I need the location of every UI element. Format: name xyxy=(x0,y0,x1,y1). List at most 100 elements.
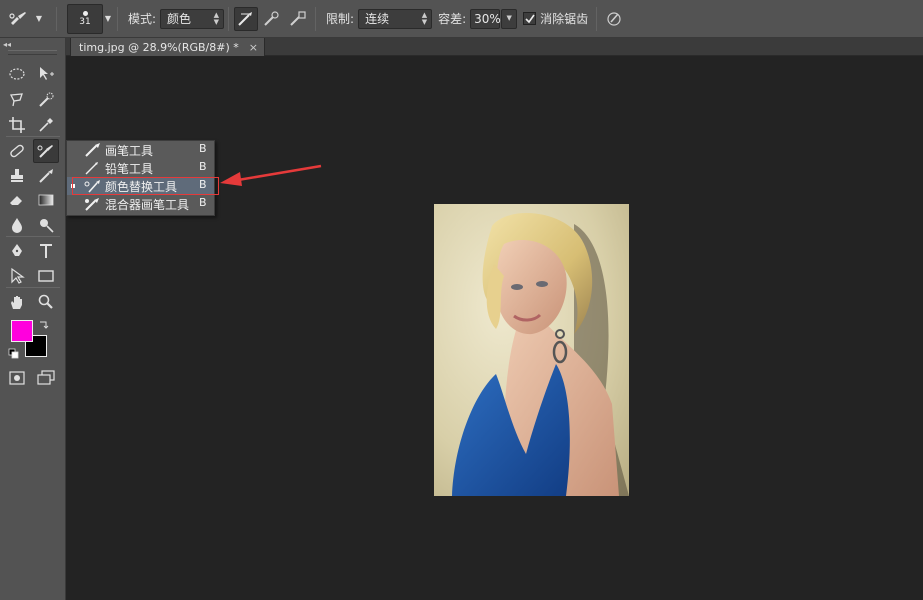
brush-preset-picker[interactable]: 31 xyxy=(67,3,103,34)
mixer-brush-icon xyxy=(83,196,103,212)
quick-selection-icon xyxy=(39,92,54,107)
sampling-once-icon xyxy=(264,10,279,26)
shortcut-key: B xyxy=(199,196,207,209)
quick-mask-button[interactable] xyxy=(4,366,30,390)
divider xyxy=(117,6,118,31)
tolerance-dropdown-button[interactable]: ▼ xyxy=(501,8,518,29)
divider xyxy=(56,6,57,31)
tool-row xyxy=(0,113,66,137)
updown-icon: ▲ ▼ xyxy=(421,10,428,26)
magnifier-icon xyxy=(38,294,53,309)
flyout-item-label: 铅笔工具 xyxy=(105,162,154,176)
limits-value: 连续 xyxy=(365,12,390,26)
updown-icon: ▲ ▼ xyxy=(213,10,220,26)
mode-value: 颜色 xyxy=(167,12,192,26)
lasso-tool[interactable] xyxy=(4,88,30,112)
history-brush-icon xyxy=(39,169,53,183)
color-replacement-icon xyxy=(37,145,53,158)
stamp-icon xyxy=(11,169,23,182)
flyout-item-mixer-brush[interactable]: 混合器画笔工具 B xyxy=(67,195,214,213)
chevron-down-icon[interactable]: ▼ xyxy=(103,10,113,28)
tool-preset-picker[interactable]: ▼ xyxy=(0,0,52,38)
document-image[interactable] xyxy=(434,204,629,496)
annotation-highlight-box xyxy=(72,177,219,195)
type-tool[interactable] xyxy=(33,239,59,263)
brush-icon xyxy=(83,142,103,158)
elliptical-marquee-icon xyxy=(9,68,25,80)
toolbox-collapse-button[interactable]: ◂◂ xyxy=(0,38,65,50)
tolerance-input[interactable]: 30% xyxy=(470,8,501,29)
tool-row xyxy=(0,366,66,390)
options-bar: ▼ 31 ▼ 模式: 颜色 ▲ ▼ 限制: 连续 ▲ ▼ 容差: 30% ▼ 消… xyxy=(0,0,923,38)
document-tab-title: timg.jpg @ 28.9%(RGB/8#) * xyxy=(79,40,239,54)
dodge-tool[interactable] xyxy=(33,213,59,237)
close-icon[interactable]: × xyxy=(249,41,258,54)
sampling-background-button[interactable] xyxy=(286,7,310,31)
history-brush-tool[interactable] xyxy=(33,164,59,188)
eyedropper-tool[interactable] xyxy=(33,113,59,137)
eraser-icon xyxy=(10,196,22,205)
hand-tool[interactable] xyxy=(4,290,30,314)
crop-icon xyxy=(9,117,25,133)
quick-mask-icon xyxy=(9,371,25,385)
sampling-continuous-button[interactable] xyxy=(234,6,259,31)
brush-tip-icon xyxy=(82,10,88,16)
shortcut-key: B xyxy=(199,160,207,173)
drop-icon xyxy=(12,218,22,233)
document-tab[interactable]: timg.jpg @ 28.9%(RGB/8#) * × xyxy=(70,38,265,56)
gradient-icon xyxy=(38,194,54,206)
tool-row xyxy=(0,62,66,86)
divider xyxy=(315,6,317,31)
flyout-item-label: 画笔工具 xyxy=(105,144,154,158)
type-icon xyxy=(40,244,52,258)
chevron-down-icon: ▼ xyxy=(35,14,43,23)
annotation-arrow-icon xyxy=(220,164,322,186)
color-replacement-icon xyxy=(9,11,26,25)
path-selection-tool[interactable] xyxy=(4,264,30,288)
swap-colors-icon[interactable] xyxy=(38,318,50,330)
checkmark-icon xyxy=(525,14,535,23)
sampling-continuous-icon xyxy=(238,11,253,26)
limits-select[interactable]: 连续 ▲ ▼ xyxy=(358,8,433,29)
sampling-background-icon xyxy=(290,10,306,26)
tool-row xyxy=(0,213,66,237)
tolerance-value: 30% xyxy=(474,11,501,26)
zoom-tool[interactable] xyxy=(33,290,59,314)
color-replacement-tool[interactable] xyxy=(33,139,59,163)
divider xyxy=(6,287,60,288)
default-colors-icon[interactable] xyxy=(8,348,20,360)
photoshop-window: ▼ 31 ▼ 模式: 颜色 ▲ ▼ 限制: 连续 ▲ ▼ 容差: 30% ▼ 消… xyxy=(0,0,923,600)
crop-tool[interactable] xyxy=(4,113,30,137)
eraser-tool[interactable] xyxy=(4,188,30,212)
pen-tool[interactable] xyxy=(4,239,30,263)
rectangle-icon xyxy=(38,270,54,282)
screen-mode-icon xyxy=(37,370,55,385)
dodge-icon xyxy=(40,219,54,233)
clone-stamp-tool[interactable] xyxy=(4,164,30,188)
gradient-tool[interactable] xyxy=(33,188,59,212)
pen-pressure-icon xyxy=(607,11,621,26)
flyout-item-pencil[interactable]: 铅笔工具 B xyxy=(67,159,214,177)
brush-size: 31 xyxy=(79,16,91,27)
pen-icon xyxy=(12,244,22,256)
quick-selection-tool[interactable] xyxy=(33,88,59,112)
antialias-checkbox[interactable] xyxy=(523,12,537,25)
path-selection-icon xyxy=(11,267,25,284)
blur-tool[interactable] xyxy=(4,213,30,237)
portrait-image xyxy=(434,204,629,496)
rectangle-tool[interactable] xyxy=(33,264,59,288)
pressure-button[interactable] xyxy=(602,7,626,31)
healing-brush-tool[interactable] xyxy=(4,139,30,163)
move-tool[interactable] xyxy=(33,62,59,86)
foreground-color-swatch[interactable] xyxy=(11,320,33,342)
screen-mode-button[interactable] xyxy=(33,366,59,390)
sampling-once-button[interactable] xyxy=(260,7,284,31)
tool-row xyxy=(0,290,66,314)
move-icon xyxy=(40,67,54,80)
marquee-tool[interactable] xyxy=(4,62,30,86)
flyout-item-brush[interactable]: 画笔工具 B xyxy=(67,141,214,159)
pencil-icon xyxy=(83,160,103,176)
antialias-label: 消除锯齿 xyxy=(540,12,589,26)
toolbox-grip[interactable] xyxy=(8,50,57,55)
mode-select[interactable]: 颜色 ▲ ▼ xyxy=(160,8,225,29)
